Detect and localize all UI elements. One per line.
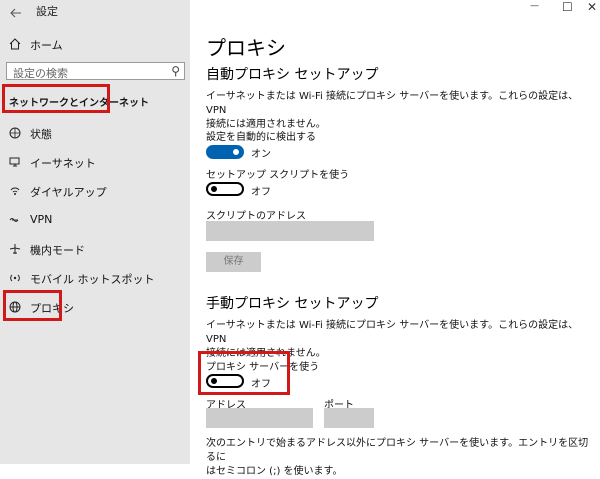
script-address-label: スクリプトのアドレス — [206, 211, 306, 222]
proxy-address-input[interactable] — [206, 408, 313, 428]
highlight-box — [198, 351, 290, 395]
sidebar-item-home[interactable]: ホーム — [9, 37, 179, 53]
sidebar-item-hotspot[interactable]: モバイル ホットスポット — [9, 271, 179, 287]
sidebar: 設定 ホーム 設定の検索 ⚲ ネットワークとインターネット 状態 イーサネット … — [0, 0, 190, 464]
sidebar-item-label: 機内モード — [30, 244, 85, 257]
hotspot-icon — [10, 274, 20, 282]
home-icon — [9, 38, 21, 50]
toggle-knob — [233, 149, 239, 155]
window-title: 設定 — [36, 5, 58, 18]
exceptions-desc: 次のエントリで始まるアドレス以外にプロキシ サーバーを使います。エントリを区切る… — [206, 437, 596, 479]
sidebar-item-label: VPN — [30, 213, 53, 226]
auto-proxy-heading: 自動プロキシ セットアップ — [206, 67, 379, 83]
sidebar-item-label: モバイル ホットスポット — [30, 273, 155, 286]
search-input[interactable]: 設定の検索 — [13, 65, 68, 81]
dialup-icon — [10, 187, 20, 195]
sidebar-item-airplane[interactable]: 機内モード — [9, 242, 179, 258]
sidebar-item-label: ホーム — [30, 39, 63, 52]
detect-settings-label: 設定を自動的に検出する — [206, 132, 316, 143]
desc-line: イーサネットまたは Wi-Fi 接続にプロキシ サーバーを使います。これらの設定… — [206, 320, 579, 345]
sidebar-item-label: イーサネット — [30, 157, 96, 170]
sidebar-item-label: ダイヤルアップ — [30, 186, 107, 199]
close-button[interactable]: ✕ — [587, 0, 597, 14]
main-content: — ☐ ✕ プロキシ 自動プロキシ セットアップ イーサネットまたは Wi-Fi… — [190, 0, 600, 477]
back-arrow-icon — [10, 8, 21, 18]
minimize-button[interactable]: — — [530, 1, 539, 11]
desc-line: はセミコロン (;) を使います。 — [206, 466, 343, 477]
script-address-input[interactable] — [206, 221, 374, 241]
auto-proxy-desc: イーサネットまたは Wi-Fi 接続にプロキシ サーバーを使います。これらの設定… — [206, 90, 596, 132]
highlight-box — [3, 290, 62, 321]
airplane-icon — [9, 244, 21, 254]
page-title: プロキシ — [206, 36, 286, 60]
detect-settings-state: オン — [251, 149, 271, 160]
desc-line: イーサネットまたは Wi-Fi 接続にプロキシ サーバーを使います。これらの設定… — [206, 91, 579, 116]
setup-script-state: オフ — [251, 187, 271, 198]
monitor-icon — [9, 157, 20, 167]
vpn-icon — [9, 218, 19, 222]
manual-proxy-heading: 手動プロキシ セットアップ — [206, 296, 379, 312]
detect-settings-toggle[interactable] — [206, 145, 244, 159]
sidebar-item-label: 状態 — [30, 128, 52, 141]
save-button[interactable]: 保存 — [206, 252, 261, 272]
proxy-port-input[interactable] — [324, 408, 374, 428]
search-icon[interactable]: ⚲ — [171, 64, 180, 78]
desc-line: 次のエントリで始まるアドレス以外にプロキシ サーバーを使います。エントリを区切る… — [206, 438, 589, 463]
sidebar-item-dialup[interactable]: ダイヤルアップ — [9, 184, 179, 200]
search-box[interactable]: 設定の検索 ⚲ — [6, 62, 185, 80]
highlight-box — [2, 84, 110, 113]
sidebar-item-ethernet[interactable]: イーサネット — [9, 155, 179, 171]
sidebar-item-vpn[interactable]: VPN — [9, 213, 179, 229]
setup-script-label: セットアップ スクリプトを使う — [206, 170, 350, 181]
toggle-knob — [211, 186, 217, 192]
sidebar-item-status[interactable]: 状態 — [9, 126, 179, 142]
back-button[interactable] — [10, 3, 22, 22]
globe-status-icon — [9, 127, 21, 139]
setup-script-toggle[interactable] — [206, 182, 244, 196]
maximize-button[interactable]: ☐ — [562, 0, 573, 14]
